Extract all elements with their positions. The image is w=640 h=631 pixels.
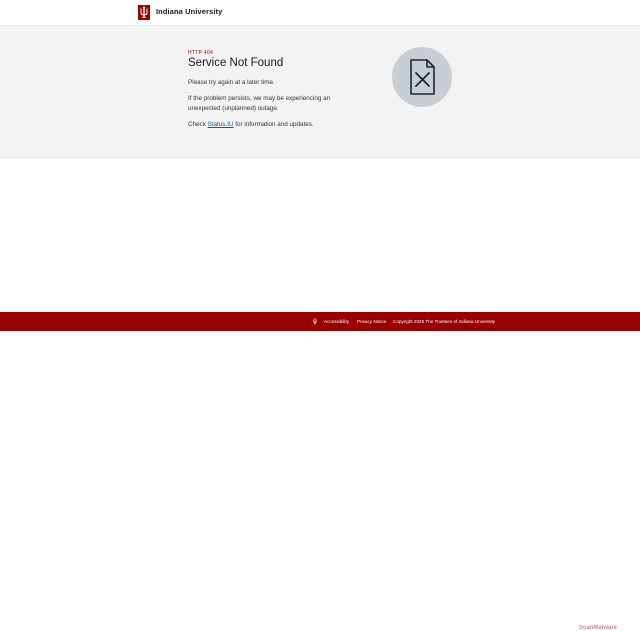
site-footer: Accessibility Privacy Notice Copyright 2… [0, 312, 640, 631]
status-iu-link[interactable]: Status.IU [208, 121, 234, 128]
status-message: Check Status.IU for information and upda… [188, 120, 348, 130]
outage-message: If the problem persists, we may be exper… [188, 95, 331, 112]
privacy-notice-link[interactable]: Privacy Notice [357, 319, 386, 324]
status-message-suffix: for information and updates. [233, 121, 314, 128]
brand-name-link[interactable]: Indiana University [156, 7, 222, 16]
page-title: Service Not Found [188, 57, 284, 69]
retry-message: Please try again at a later time. [188, 79, 275, 86]
accessibility-link[interactable]: Accessibility [324, 319, 349, 324]
http-status-code: HTTP 404 [188, 50, 214, 56]
iu-trident-logo-icon [313, 318, 317, 325]
site-header: Indiana University [0, 0, 640, 26]
scanmalware-watermark: ScanMalware [579, 625, 618, 631]
document-x-icon [392, 47, 452, 107]
copyright-text: Copyright 2025 The Trustees of Indiana U… [393, 319, 496, 324]
status-message-prefix: Check [188, 121, 208, 128]
error-hero [0, 26, 640, 158]
iu-trident-logo-icon[interactable] [138, 5, 150, 20]
